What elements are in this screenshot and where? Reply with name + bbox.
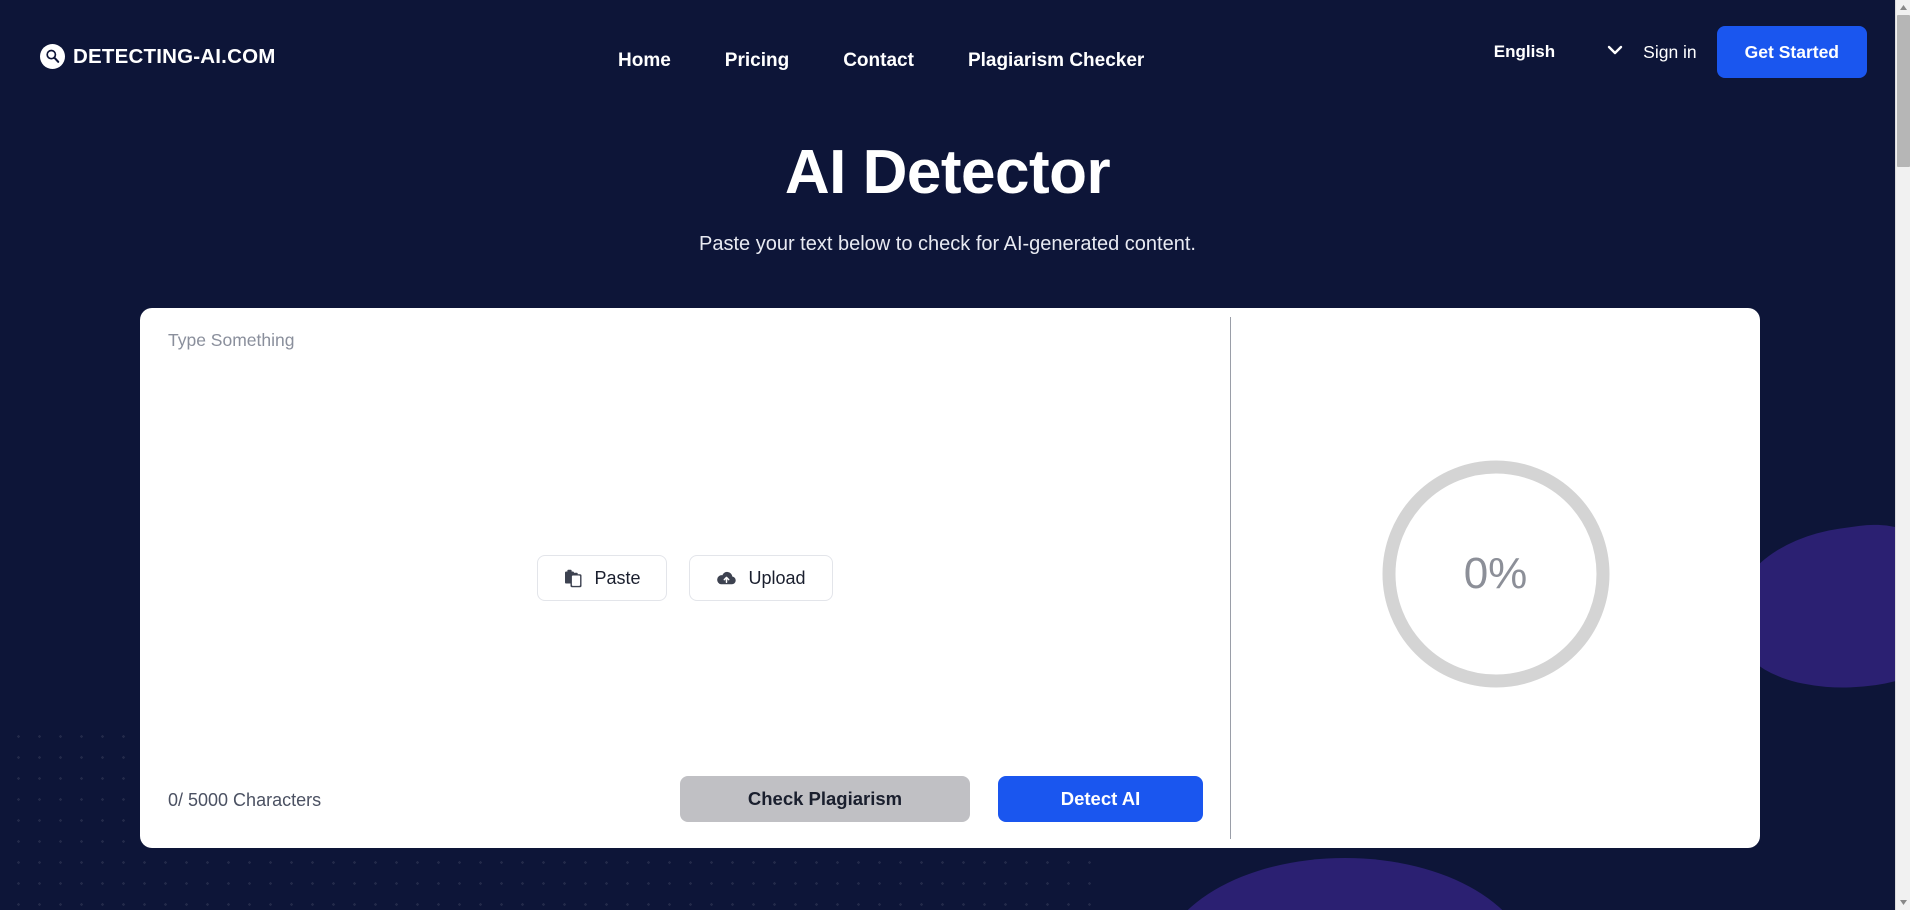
language-selector-label: English — [1493, 42, 1556, 61]
nav-home[interactable]: Home — [618, 50, 671, 72]
purple-blob-bottom-decoration — [1160, 858, 1530, 910]
ai-score-value: 0% — [1463, 549, 1528, 598]
page-root: DETECTING-AI.COM Home Pricing Contact Pl… — [0, 0, 1895, 910]
nav-pricing[interactable]: Pricing — [725, 50, 789, 72]
magnifier-circle-icon — [40, 44, 65, 69]
character-counter: 0/ 5000 Characters — [168, 789, 322, 810]
page-title: AI Detector — [784, 138, 1111, 207]
sign-in-link[interactable]: Sign in — [1643, 42, 1697, 63]
editor-panel: Type Something Paste Upload 0/ 5000 Char… — [140, 308, 1230, 848]
text-input-area[interactable]: Type Something — [168, 330, 1202, 351]
cloud-upload-icon — [716, 570, 737, 587]
detector-card: Type Something Paste Upload 0/ 5000 Char… — [140, 308, 1760, 848]
scrollbar-thumb[interactable] — [1897, 15, 1910, 167]
language-selector[interactable]: English — [1494, 42, 1625, 62]
footer-action-buttons: Check Plagiarism Detect AI — [680, 776, 1203, 822]
site-logo-text: DETECTING-AI.COM — [73, 44, 276, 68]
upload-button-label: Upload — [748, 567, 806, 588]
ai-score-gauge: 0% — [1382, 460, 1610, 688]
triangle-up-icon[interactable] — [1896, 1, 1910, 14]
header-actions: English Sign in Get Started — [1494, 26, 1867, 78]
page-subtitle: Paste your text below to check for AI-ge… — [699, 233, 1196, 256]
main-navigation: Home Pricing Contact Plagiarism Checker — [618, 50, 1144, 72]
paste-button-label: Paste — [594, 567, 641, 588]
triangle-down-icon[interactable] — [1896, 896, 1910, 909]
site-logo[interactable]: DETECTING-AI.COM — [40, 44, 276, 69]
chevron-down-icon — [1605, 43, 1625, 61]
result-panel: 0% — [1231, 308, 1760, 848]
editor-footer: 0/ 5000 Characters Check Plagiarism Dete… — [140, 752, 1230, 848]
site-header: DETECTING-AI.COM Home Pricing Contact Pl… — [0, 0, 1895, 100]
upload-button[interactable]: Upload — [689, 555, 833, 601]
browser-scrollbar[interactable] — [1895, 0, 1910, 910]
clipboard-paste-icon — [564, 569, 583, 588]
paste-button[interactable]: Paste — [537, 555, 668, 601]
check-plagiarism-button[interactable]: Check Plagiarism — [680, 776, 970, 822]
nav-contact[interactable]: Contact — [843, 50, 914, 72]
hero-section: AI Detector Paste your text below to che… — [0, 140, 1895, 256]
detect-ai-button[interactable]: Detect AI — [998, 776, 1203, 822]
nav-plagiarism-checker[interactable]: Plagiarism Checker — [968, 50, 1144, 72]
get-started-button[interactable]: Get Started — [1716, 26, 1867, 78]
